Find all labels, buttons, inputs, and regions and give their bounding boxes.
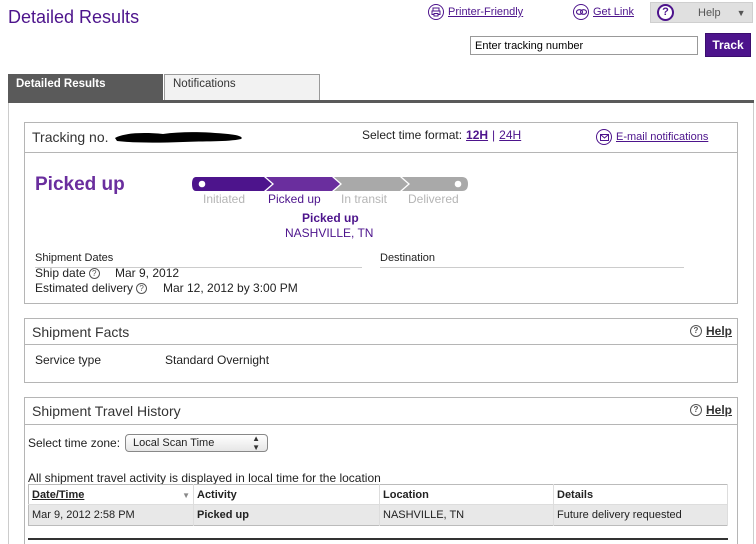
column-header-location[interactable]: Location: [379, 484, 554, 505]
tab-detailed-results[interactable]: Detailed Results: [8, 74, 163, 102]
travel-history-heading: Shipment Travel History: [32, 403, 181, 419]
question-icon[interactable]: ?: [88, 268, 100, 280]
destination-divider: [380, 267, 684, 268]
travel-history-help-link[interactable]: ? Help: [690, 403, 732, 417]
ship-date-label: Ship date?: [35, 266, 100, 280]
travel-history-table: Date/Time ▼ Activity Location Details Ma…: [28, 484, 728, 526]
time-format-separator: |: [492, 128, 496, 142]
track-button[interactable]: Track: [705, 33, 751, 57]
time-format-12h[interactable]: 12H: [466, 128, 488, 142]
question-icon: ?: [690, 325, 702, 337]
panel-header-divider: [25, 152, 737, 153]
progress-stage-in-transit: In transit: [341, 192, 388, 206]
ship-date-value: Mar 9, 2012: [115, 266, 180, 280]
email-notifications-label[interactable]: E-mail notifications: [616, 131, 708, 143]
row-datetime: Mar 9, 2012 2:58 PM: [28, 504, 194, 526]
service-type-label: Service type: [35, 353, 102, 367]
get-link-label[interactable]: Get Link: [593, 6, 634, 18]
get-link[interactable]: Get Link: [573, 4, 634, 20]
service-type-value: Standard Overnight: [165, 353, 270, 367]
tracking-number-label: Tracking no.: [32, 129, 109, 145]
shipment-facts-heading: Shipment Facts: [32, 324, 130, 340]
time-zone-select[interactable]: Local Scan Time ▲ ▼: [125, 434, 268, 452]
tab-notifications[interactable]: Notifications: [164, 74, 320, 101]
tracking-number-redaction: [115, 132, 242, 143]
progress-bar: [192, 177, 468, 191]
shipment-facts-panel: [24, 318, 738, 383]
progress-stage-delivered: Delivered: [408, 192, 459, 206]
question-icon[interactable]: ?: [136, 283, 148, 295]
current-status-text: Picked up: [302, 211, 359, 225]
column-header-activity[interactable]: Activity: [193, 484, 380, 505]
tracking-number-input[interactable]: [470, 36, 698, 55]
time-zone-label: Select time zone:: [28, 436, 121, 450]
time-format-24h[interactable]: 24H: [499, 128, 521, 142]
envelope-icon: [596, 129, 612, 145]
column-header-datetime-label: Date/Time: [32, 488, 85, 501]
progress-stage-initiated: Initiated: [203, 192, 246, 206]
printer-icon: [428, 4, 444, 20]
estimated-delivery-text: Estimated delivery: [35, 281, 134, 295]
page-title: Detailed Results: [8, 7, 140, 27]
shipment-facts-help-link[interactable]: ? Help: [690, 324, 732, 338]
current-location-text: NASHVILLE, TN: [285, 226, 374, 240]
chevron-down-icon: ▼: [736, 7, 746, 18]
time-zone-value: Local Scan Time: [133, 437, 215, 449]
help-menu-button[interactable]: ? Help ▼: [650, 2, 753, 23]
question-icon: ?: [690, 404, 702, 416]
link-icon: [573, 4, 589, 20]
table-header-row: Date/Time ▼ Activity Location Details: [28, 484, 728, 505]
shipment-dates-heading: Shipment Dates: [35, 252, 114, 264]
travel-history-note: All shipment travel activity is displaye…: [28, 471, 381, 485]
time-format-selector: Select time format: 12H | 24H: [362, 128, 521, 142]
printer-friendly-link[interactable]: Printer-Friendly: [428, 4, 523, 20]
table-bottom-divider: [28, 538, 728, 540]
estimated-delivery-label: Estimated delivery?: [35, 281, 148, 295]
time-format-label: Select time format:: [362, 128, 463, 142]
row-activity: Picked up: [193, 504, 380, 526]
column-header-datetime[interactable]: Date/Time ▼: [28, 484, 194, 505]
panel-header-divider: [25, 344, 737, 345]
destination-heading: Destination: [380, 252, 436, 264]
estimated-delivery-value: Mar 12, 2012 by 3:00 PM: [163, 281, 298, 295]
shipment-facts-help-label[interactable]: Help: [706, 324, 732, 338]
help-menu-label: Help: [698, 6, 721, 19]
column-header-details[interactable]: Details: [553, 484, 728, 505]
row-details: Future delivery requested: [553, 504, 728, 526]
shipment-status: Picked up: [35, 174, 125, 195]
printer-friendly-label[interactable]: Printer-Friendly: [448, 6, 523, 18]
table-row: Mar 9, 2012 2:58 PM Picked up NASHVILLE,…: [28, 504, 728, 526]
sort-arrow-icon: ▼: [182, 490, 190, 500]
ship-date-text: Ship date: [35, 266, 86, 280]
help-icon: ?: [657, 4, 674, 21]
email-notifications-link[interactable]: E-mail notifications: [596, 129, 708, 145]
progress-stage-picked-up: Picked up: [268, 192, 321, 206]
travel-history-help-label[interactable]: Help: [706, 403, 732, 417]
panel-header-divider: [25, 424, 737, 425]
row-location: NASHVILLE, TN: [379, 504, 554, 526]
chevron-updown-icon: ▲ ▼: [252, 434, 260, 452]
